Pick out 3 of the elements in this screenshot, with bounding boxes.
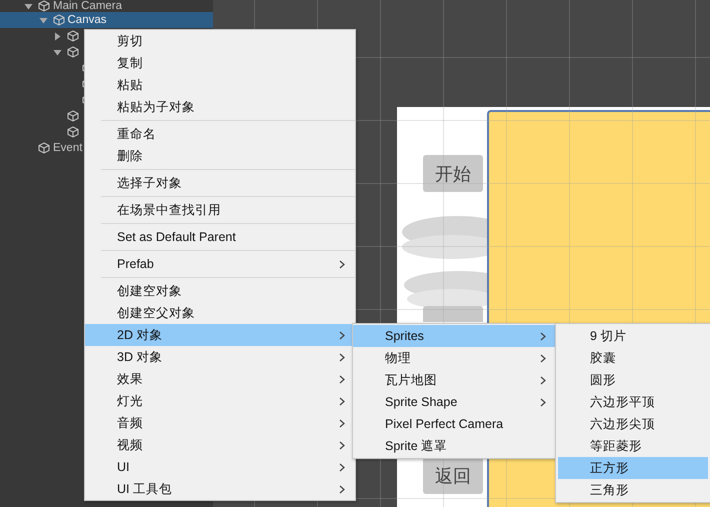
object-name: Canvas <box>68 14 106 26</box>
object-name: Main Camera <box>53 0 122 12</box>
object-name: Event <box>53 142 82 154</box>
